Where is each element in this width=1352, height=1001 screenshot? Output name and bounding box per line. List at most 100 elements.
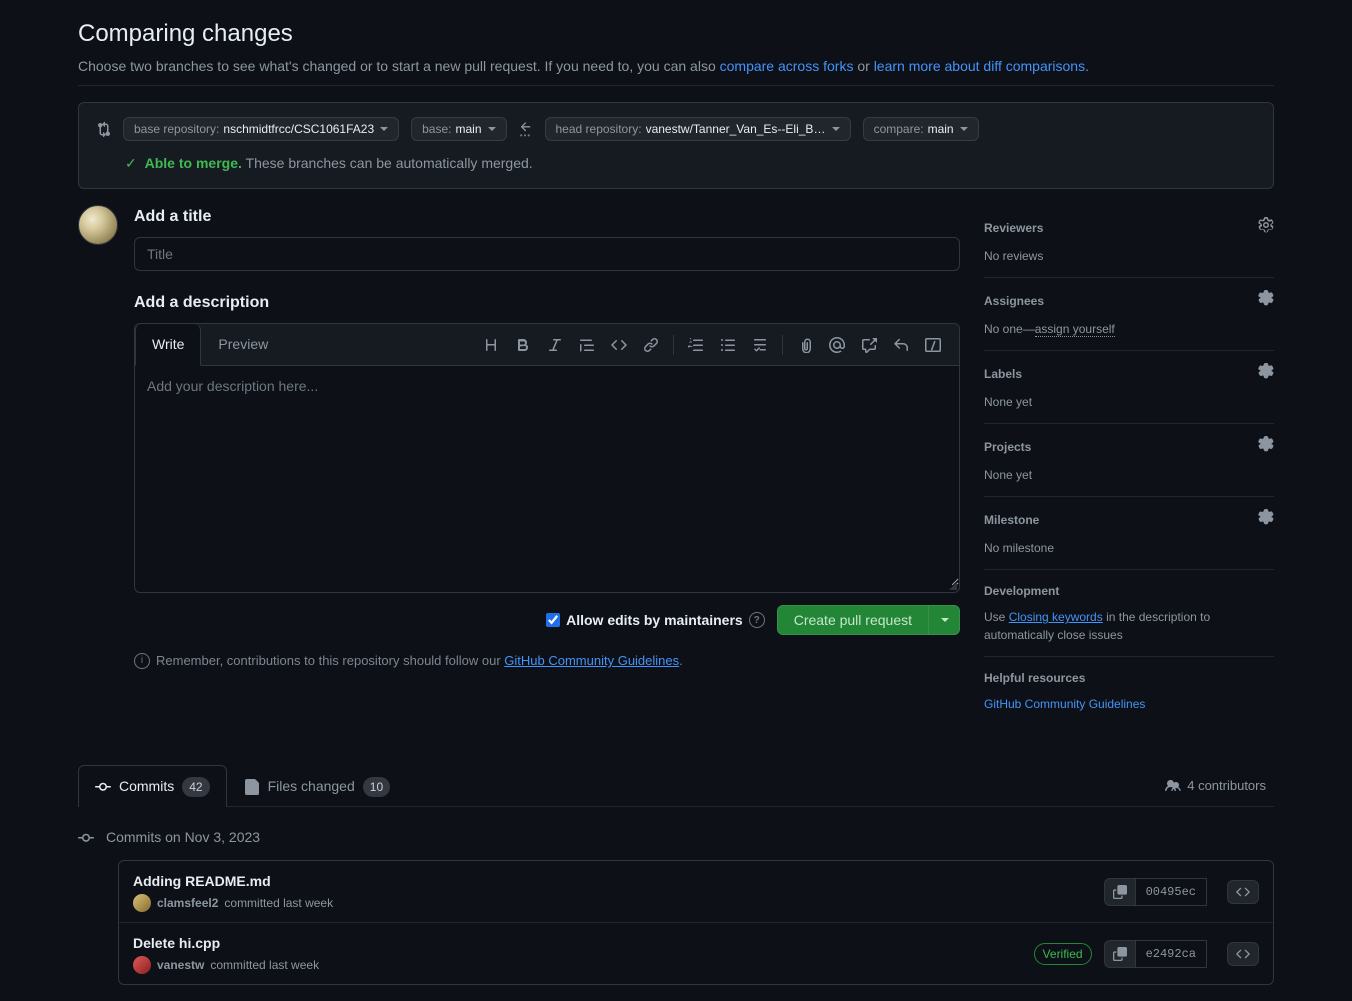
closing-keywords-link[interactable]: Closing keywords	[1009, 610, 1103, 624]
commits-date-header: Commits on Nov 3, 2023	[78, 827, 1274, 848]
commit-title[interactable]: Adding README.md	[133, 871, 1092, 892]
mention-icon[interactable]	[823, 331, 851, 359]
copy-sha-button[interactable]	[1104, 940, 1136, 968]
help-icon[interactable]: ?	[749, 612, 765, 628]
create-pr-dropdown[interactable]	[929, 605, 960, 635]
copy-sha-button[interactable]	[1104, 878, 1136, 906]
commit-time: committed last week	[224, 894, 333, 912]
italic-icon[interactable]	[541, 331, 569, 359]
merge-status-label: Able to merge.	[145, 155, 242, 171]
unordered-list-icon[interactable]	[714, 331, 742, 359]
preview-tab[interactable]: Preview	[201, 324, 285, 366]
git-compare-icon	[95, 121, 111, 137]
title-label: Add a title	[134, 205, 960, 229]
commits-tab[interactable]: Commits 42	[78, 765, 227, 807]
commit-author[interactable]: clamsfeel2	[157, 894, 218, 912]
labels-title: Labels	[984, 365, 1022, 383]
compare-branch-selector[interactable]: compare: main	[863, 117, 979, 141]
commit-title[interactable]: Delete hi.cpp	[133, 933, 1022, 954]
quote-icon[interactable]	[573, 331, 601, 359]
projects-body: None yet	[984, 466, 1274, 484]
commit-sha[interactable]: e2492ca	[1136, 940, 1207, 968]
user-avatar	[78, 205, 118, 245]
subhead: Comparing changes Choose two branches to…	[78, 16, 1274, 86]
commits-tab-label: Commits	[119, 776, 174, 797]
resources-title: Helpful resources	[984, 669, 1085, 687]
head-repo-selector[interactable]: head repository: vanestw/Tanner_Van_Es--…	[545, 117, 851, 141]
cross-reference-icon[interactable]	[855, 331, 883, 359]
assign-yourself-link[interactable]: assign yourself	[1035, 322, 1115, 337]
link-icon[interactable]	[637, 331, 665, 359]
reviewers-body: No reviews	[984, 247, 1274, 265]
milestone-block: Milestone No milestone	[984, 497, 1274, 570]
base-branch-selector[interactable]: base: main	[411, 117, 506, 141]
gear-icon[interactable]	[1258, 436, 1274, 458]
milestone-body: No milestone	[984, 539, 1274, 557]
gear-icon[interactable]	[1258, 290, 1274, 312]
commit-sha-group: e2492ca	[1104, 940, 1207, 968]
browse-code-button[interactable]	[1227, 880, 1259, 904]
guidelines-link[interactable]: GitHub Community Guidelines	[504, 653, 679, 668]
heading-icon[interactable]	[477, 331, 505, 359]
gear-icon[interactable]	[1258, 509, 1274, 531]
task-list-icon[interactable]	[746, 331, 774, 359]
commit-author[interactable]: vanestw	[157, 956, 204, 974]
page-title: Comparing changes	[78, 16, 1274, 52]
check-icon: ✓	[125, 155, 137, 171]
commits-count: 42	[182, 777, 209, 797]
gear-icon[interactable]	[1258, 217, 1274, 239]
commit-sha-group: 00495ec	[1104, 878, 1207, 906]
code-icon[interactable]	[605, 331, 633, 359]
verified-badge[interactable]: Verified	[1034, 943, 1092, 965]
file-diff-icon	[244, 779, 260, 795]
people-icon	[1165, 778, 1181, 794]
slash-icon[interactable]	[919, 331, 947, 359]
allow-edits-checkbox[interactable]	[546, 613, 560, 627]
attachment-icon[interactable]	[791, 331, 819, 359]
write-tab[interactable]: Write	[135, 324, 201, 366]
guidelines-note: i Remember, contributions to this reposi…	[134, 651, 960, 671]
compare-forks-link[interactable]: compare across forks	[720, 58, 854, 74]
resources-block: Helpful resources GitHub Community Guide…	[984, 657, 1274, 725]
merge-status-desc: These branches can be automatically merg…	[246, 155, 533, 171]
code-icon	[1236, 947, 1250, 961]
milestone-title: Milestone	[984, 511, 1039, 529]
bold-icon[interactable]	[509, 331, 537, 359]
files-changed-tab[interactable]: Files changed 10	[227, 765, 408, 807]
commit-sha[interactable]: 00495ec	[1136, 878, 1207, 906]
description-label: Add a description	[134, 291, 960, 315]
base-repo-selector[interactable]: base repository: nschmidtfrcc/CSC1061FA2…	[123, 117, 399, 141]
copy-icon	[1113, 885, 1127, 899]
reply-icon[interactable]	[887, 331, 915, 359]
copy-icon	[1113, 947, 1127, 961]
labels-block: Labels None yet	[984, 351, 1274, 424]
title-input[interactable]	[134, 237, 960, 271]
commit-item: Delete hi.cpp vanestw committed last wee…	[119, 923, 1273, 984]
browse-code-button[interactable]	[1227, 942, 1259, 966]
commit-author-avatar[interactable]	[133, 894, 151, 912]
learn-diff-link[interactable]: learn more about diff comparisons	[874, 58, 1085, 74]
resources-body: GitHub Community Guidelines	[984, 695, 1274, 713]
code-icon	[1236, 885, 1250, 899]
commit-time: committed last week	[210, 956, 319, 974]
caret-down-icon	[941, 618, 949, 622]
arrow-left-icon: •••	[519, 120, 533, 139]
ordered-list-icon[interactable]	[682, 331, 710, 359]
files-count: 10	[363, 777, 390, 797]
comment-box: Write Preview	[134, 323, 960, 593]
merge-status: ✓ Able to merge. These branches can be a…	[95, 153, 1257, 174]
create-pr-button[interactable]: Create pull request	[777, 605, 929, 635]
git-commit-icon	[78, 830, 94, 846]
assignees-block: Assignees No one—assign yourself	[984, 278, 1274, 351]
commit-author-avatar[interactable]	[133, 956, 151, 974]
allow-edits-checkbox-label[interactable]: Allow edits by maintainers ?	[546, 610, 765, 631]
projects-title: Projects	[984, 438, 1031, 456]
contributors-indicator[interactable]: 4 contributors	[1165, 776, 1274, 796]
reviewers-block: Reviewers No reviews	[984, 205, 1274, 278]
resources-link[interactable]: GitHub Community Guidelines	[984, 697, 1145, 711]
gear-icon[interactable]	[1258, 363, 1274, 385]
files-tab-label: Files changed	[268, 776, 355, 797]
description-textarea[interactable]	[135, 366, 959, 586]
development-block: Development Use Closing keywords in the …	[984, 570, 1274, 657]
assignees-body: No one—assign yourself	[984, 320, 1274, 338]
